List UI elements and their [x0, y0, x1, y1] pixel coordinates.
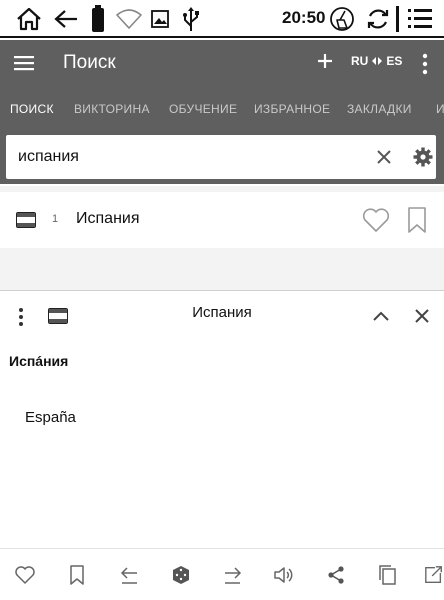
- language-switch-button[interactable]: RU ES: [351, 54, 402, 68]
- speaker-icon[interactable]: [272, 563, 296, 587]
- tab-history[interactable]: И: [436, 102, 444, 116]
- settings-button[interactable]: [412, 146, 434, 168]
- search-area: [0, 132, 444, 184]
- copy-icon[interactable]: [375, 563, 399, 587]
- bookmark-icon[interactable]: [65, 563, 89, 587]
- bookmark-button[interactable]: [405, 206, 429, 234]
- share-icon[interactable]: [324, 563, 348, 587]
- translation-card: Испания Испáния España: [0, 291, 444, 547]
- list-menu-icon[interactable]: [408, 5, 432, 33]
- headword: Испáния: [9, 353, 69, 369]
- tab-quiz[interactable]: ВИКТОРИНА: [74, 102, 150, 116]
- result-word: Испания: [76, 210, 140, 227]
- tab-learning[interactable]: ОБУЧЕНИЕ: [169, 102, 237, 116]
- lang-from: RU: [351, 54, 369, 68]
- wifi-icon: [116, 5, 142, 33]
- status-bar: 20:50: [0, 0, 444, 38]
- tab-bookmarks[interactable]: ЗАКЛАДКИ: [347, 102, 412, 116]
- dictionary-flag-icon: [16, 212, 36, 228]
- add-button[interactable]: [314, 50, 336, 72]
- clean-icon[interactable]: [329, 5, 355, 33]
- home-outline-icon[interactable]: [14, 5, 44, 33]
- heart-icon: [362, 208, 390, 232]
- bottom-toolbar: [0, 548, 444, 600]
- close-icon: [415, 309, 429, 323]
- vertical-dots-icon[interactable]: [418, 52, 432, 76]
- translation-text: España: [25, 409, 76, 426]
- collapse-button[interactable]: [370, 307, 392, 325]
- results-list: 1 Испания: [0, 186, 444, 290]
- hamburger-menu-icon[interactable]: [14, 52, 36, 74]
- search-box: [6, 135, 436, 179]
- open-external-icon[interactable]: [424, 563, 444, 587]
- close-card-button[interactable]: [413, 307, 431, 325]
- result-index: 1: [52, 213, 59, 225]
- favorite-button[interactable]: [361, 206, 391, 234]
- search-input[interactable]: [18, 144, 348, 170]
- separator-bar-icon: [396, 5, 400, 33]
- prev-arrow-icon[interactable]: [117, 563, 141, 587]
- page-title: Поиск: [63, 52, 116, 73]
- lang-to: ES: [386, 54, 403, 68]
- clock: 20:50: [282, 8, 326, 27]
- usb-icon: [180, 5, 202, 33]
- battery-icon: [90, 5, 106, 33]
- tab-favorites[interactable]: ИЗБРАННОЕ: [254, 102, 330, 116]
- list-item[interactable]: 1 Испания: [0, 192, 444, 248]
- plus-icon: [318, 54, 332, 68]
- sync-icon[interactable]: [365, 5, 391, 33]
- heart-icon[interactable]: [13, 563, 37, 587]
- chevron-up-icon: [373, 311, 389, 321]
- back-arrow-icon[interactable]: [52, 5, 80, 33]
- gear-icon: [413, 147, 433, 167]
- close-icon: [377, 150, 391, 164]
- swap-arrows-icon: [372, 57, 383, 65]
- image-icon: [150, 5, 170, 33]
- random-dice-icon[interactable]: [169, 563, 193, 587]
- tab-bar: ПОИСК ВИКТОРИНА ОБУЧЕНИЕ ИЗБРАННОЕ ЗАКЛА…: [0, 100, 444, 122]
- app-bar: Поиск RU ES ПОИСК ВИКТОРИНА ОБУЧЕНИЕ ИЗБ…: [0, 40, 444, 132]
- tab-search[interactable]: ПОИСК: [10, 102, 54, 116]
- next-arrow-icon[interactable]: [221, 563, 245, 587]
- clear-search-button[interactable]: [375, 148, 393, 166]
- bookmark-icon: [408, 207, 426, 233]
